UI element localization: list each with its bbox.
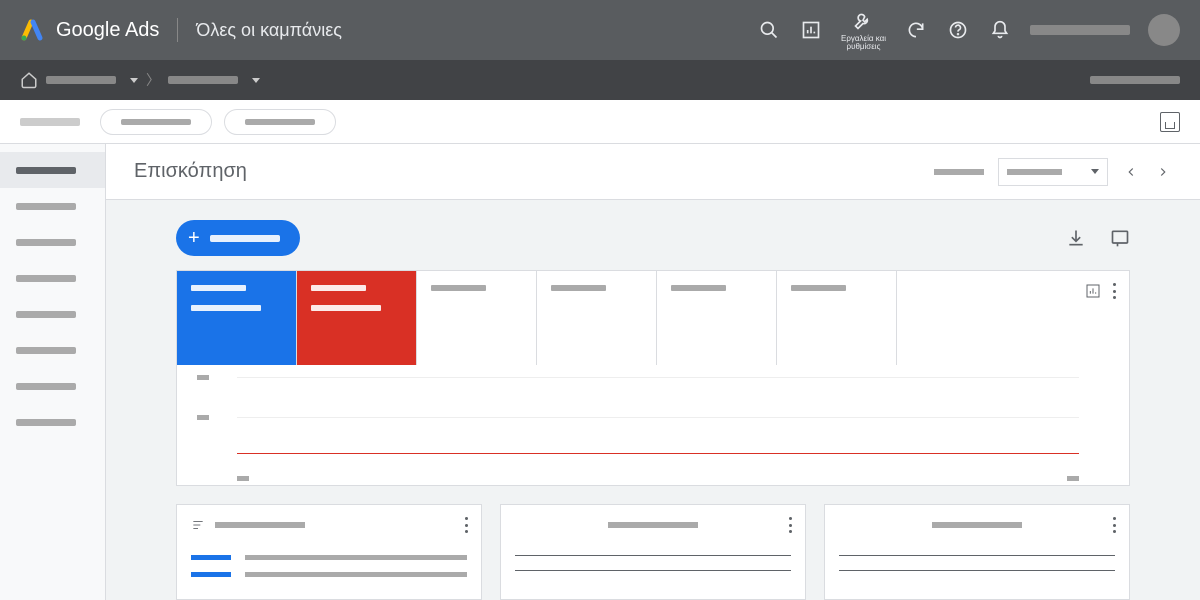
chevron-down-icon[interactable]	[252, 78, 260, 83]
download-icon[interactable]	[1066, 228, 1086, 248]
avatar[interactable]	[1148, 14, 1180, 46]
sidebar	[0, 144, 106, 600]
filter-pill[interactable]	[224, 109, 336, 135]
chevron-right-icon: 〉	[146, 70, 160, 90]
overview-header: Επισκόπηση	[106, 144, 1200, 200]
tools-icon[interactable]	[851, 9, 875, 33]
feedback-icon[interactable]	[1110, 228, 1130, 248]
new-campaign-button[interactable]: +	[176, 220, 300, 256]
filter-label-placeholder	[20, 118, 80, 126]
more-icon[interactable]	[465, 517, 469, 533]
next-arrow[interactable]	[1154, 163, 1172, 181]
chart-line-red	[237, 453, 1079, 454]
breadcrumb-right-placeholder	[1090, 76, 1180, 84]
sidebar-item[interactable]	[0, 188, 105, 224]
account-name-placeholder[interactable]	[1030, 25, 1130, 35]
google-ads-logo-icon	[20, 18, 44, 42]
brand-text: Google Ads	[56, 19, 159, 42]
performance-card	[176, 270, 1130, 486]
home-icon[interactable]	[20, 71, 38, 89]
card-title-placeholder	[932, 522, 1022, 528]
prev-arrow[interactable]	[1122, 163, 1140, 181]
metric-tile-primary[interactable]	[177, 271, 297, 365]
date-range-select[interactable]	[998, 158, 1108, 186]
chart-icon[interactable]	[1085, 283, 1101, 299]
breadcrumb-bar: 〉	[0, 60, 1200, 100]
card-title-placeholder	[215, 522, 305, 528]
plus-icon: +	[188, 228, 200, 248]
filter-bar	[0, 100, 1200, 144]
metric-tile[interactable]	[657, 271, 777, 365]
list-icon	[191, 518, 205, 532]
overview-title: Επισκόπηση	[134, 160, 247, 183]
page-title: Όλες οι καμπάνιες	[196, 20, 341, 41]
more-icon[interactable]	[1113, 283, 1117, 299]
search-icon[interactable]	[757, 18, 781, 42]
summary-card	[500, 504, 806, 600]
sidebar-item[interactable]	[0, 332, 105, 368]
top-bar: Google Ads Όλες οι καμπάνιες Εργαλεία κα…	[0, 0, 1200, 60]
breadcrumb-item[interactable]	[46, 76, 116, 84]
summary-card	[824, 504, 1130, 600]
sidebar-item[interactable]	[0, 368, 105, 404]
help-icon[interactable]	[946, 18, 970, 42]
header-text-placeholder	[934, 169, 984, 175]
save-icon[interactable]	[1160, 112, 1180, 132]
divider	[177, 18, 178, 42]
sidebar-item[interactable]	[0, 224, 105, 260]
sidebar-item[interactable]	[0, 296, 105, 332]
sidebar-item[interactable]	[0, 404, 105, 440]
card-title-placeholder	[608, 522, 698, 528]
more-icon[interactable]	[1113, 517, 1117, 533]
metric-tile[interactable]	[777, 271, 897, 365]
sidebar-item-overview[interactable]	[0, 152, 105, 188]
metric-tile[interactable]	[537, 271, 657, 365]
chevron-down-icon[interactable]	[130, 78, 138, 83]
notifications-icon[interactable]	[988, 18, 1012, 42]
breadcrumb-item[interactable]	[168, 76, 238, 84]
performance-chart	[177, 365, 1129, 485]
more-icon[interactable]	[789, 517, 793, 533]
summary-card	[176, 504, 482, 600]
refresh-icon[interactable]	[904, 18, 928, 42]
reports-icon[interactable]	[799, 18, 823, 42]
chevron-down-icon	[1091, 169, 1099, 174]
sidebar-item[interactable]	[0, 260, 105, 296]
metric-tile[interactable]	[417, 271, 537, 365]
tools-label: Εργαλεία και ρυθμίσεις	[841, 35, 886, 51]
metric-tile-secondary[interactable]	[297, 271, 417, 365]
filter-pill[interactable]	[100, 109, 212, 135]
